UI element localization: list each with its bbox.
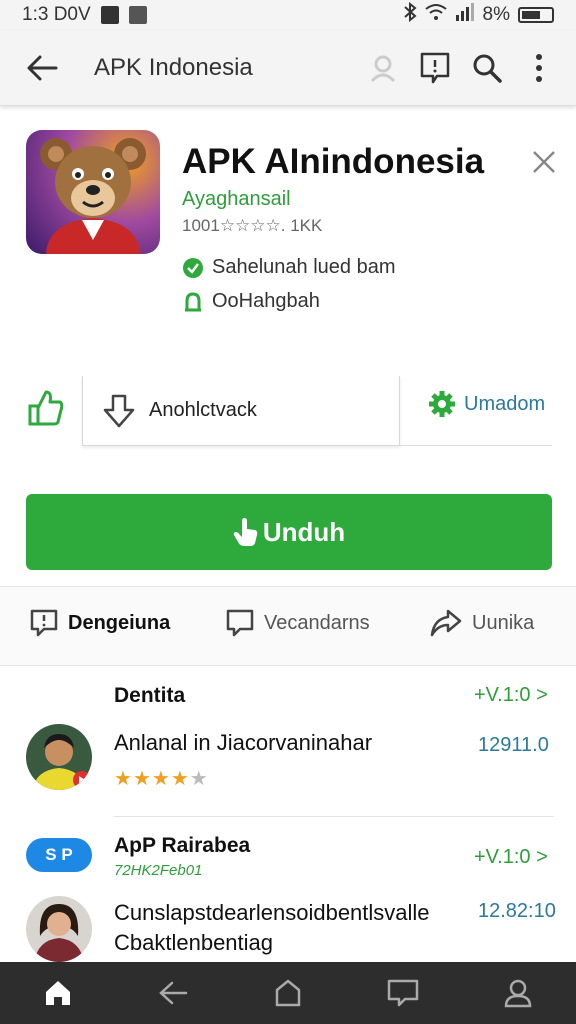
verified-badge-text: Sahelunah lued bam: [212, 256, 396, 278]
rating-text: 1001☆☆☆☆. 1KK: [182, 216, 323, 235]
message-alert-icon: [420, 52, 450, 83]
tab-share[interactable]: Uunika: [430, 609, 534, 637]
search-button[interactable]: [470, 51, 504, 85]
status-time: 1:3 D0V: [22, 4, 91, 25]
house-outline-icon: [275, 979, 301, 1007]
bell-badge-text: OoHahgbah: [212, 290, 320, 312]
image-notification-icon: [128, 6, 147, 24]
user-avatar-icon: [26, 896, 92, 962]
settings-button[interactable]: Umadom: [428, 390, 545, 418]
search-icon: [473, 54, 502, 83]
status-right: 8%: [403, 1, 554, 28]
bluetooth-icon: [403, 1, 417, 28]
thumbs-up-icon: [28, 390, 64, 426]
app-icon[interactable]: [26, 130, 160, 254]
status-left: 1:3 D0V: [22, 4, 147, 26]
app-name: APK AInindonesia: [182, 142, 485, 181]
person-icon: [370, 55, 396, 82]
app-header: APK AInindonesia Ayaghansail 1001☆☆☆☆. 1…: [0, 112, 576, 362]
download-arrow-icon: [103, 394, 135, 427]
review-text: Cunslapstdearlensoidbentlsvalle Cbaktlen…: [114, 898, 430, 958]
star-icon: ★: [170, 768, 190, 790]
bell-icon: [185, 291, 201, 311]
action-row: Anohlctvack Umadom: [0, 376, 576, 446]
comment-alert-icon: [30, 609, 58, 637]
download-apk-button[interactable]: Anohlctvack: [82, 376, 400, 446]
review-text-line1: Cunslapstdearlensoidbentlsvalle: [114, 900, 430, 925]
more-vertical-icon: [536, 53, 542, 82]
nav-messages[interactable]: [373, 962, 433, 1024]
back-button[interactable]: [22, 48, 62, 88]
tab-reviews[interactable]: Dengeiuna: [30, 609, 170, 637]
bottom-nav: [0, 962, 576, 1024]
review-number: 12911.0: [478, 734, 549, 756]
bear-mascot-icon: [40, 138, 146, 254]
action-divider: [400, 445, 552, 446]
person-icon: [505, 979, 532, 1008]
star-empty-icon: ★: [189, 768, 209, 790]
home-icon: [45, 981, 70, 1005]
developer-link[interactable]: Ayaghansail: [182, 188, 291, 211]
review-stars: ★★★★★: [114, 766, 209, 791]
bell-badge-line: OoHahgbah: [182, 290, 320, 313]
download-apk-label: Anohlctvack: [149, 399, 257, 421]
star-icon: ★: [114, 768, 133, 790]
star-icon: ★: [151, 768, 171, 790]
like-button[interactable]: [26, 388, 66, 428]
review-text-line2: Cbaktlenbentiag: [114, 930, 274, 955]
user-avatar-icon: [26, 724, 92, 790]
chat-icon: [387, 979, 419, 1007]
tab-reviews-label: Dengeiuna: [68, 611, 171, 634]
notification-icon: [100, 6, 119, 24]
account-button[interactable]: [366, 51, 400, 85]
app-bar-title: APK Indonesia: [94, 53, 253, 81]
close-button[interactable]: [530, 148, 558, 176]
battery-icon: [518, 7, 554, 23]
settings-label: Umadom: [464, 392, 546, 415]
report-button[interactable]: [418, 51, 452, 85]
nav-back[interactable]: [143, 962, 203, 1024]
arrow-left-icon: [158, 981, 188, 1005]
app2-subtitle: 72HK2Feb01: [114, 862, 203, 879]
tab-comments-label: Vecandarns: [264, 611, 370, 634]
app-bar: APK Indonesia: [0, 30, 576, 106]
wifi-icon: [424, 3, 447, 27]
tab-share-label: Uunika: [472, 611, 535, 634]
app-bar-actions: [366, 51, 556, 85]
unduh-button[interactable]: Unduh: [26, 494, 552, 570]
app2-version-link[interactable]: +V.1:0 >: [474, 846, 548, 869]
star-icon: ★: [132, 768, 152, 790]
section-title: Dentita: [114, 684, 186, 707]
gear-icon: [429, 391, 455, 417]
battery-percent: 8%: [482, 4, 510, 25]
tag-pill[interactable]: S P: [26, 838, 92, 872]
verified-badge-line: Sahelunah lued bam: [182, 256, 395, 279]
review-number: 12.82:10: [478, 900, 556, 922]
avatar[interactable]: [26, 724, 92, 790]
arrow-left-icon: [27, 55, 58, 80]
tab-bar: Dengeiuna Vecandarns Uunika: [0, 586, 576, 666]
app2-title[interactable]: ApP Rairabea: [114, 834, 250, 858]
share-icon: [430, 609, 462, 637]
section-version-link[interactable]: +V.1:0 >: [474, 684, 548, 707]
nav-profile[interactable]: [488, 962, 548, 1024]
check-circle-icon: [183, 257, 203, 278]
review-text: Anlanal in Jiacorvaninahar: [114, 730, 373, 755]
signal-icon: [455, 3, 475, 27]
hand-pointer-icon: [233, 518, 258, 546]
more-button[interactable]: [522, 51, 556, 85]
comment-icon: [226, 609, 254, 637]
nav-home[interactable]: [28, 962, 88, 1024]
unduh-label: Unduh: [262, 516, 346, 547]
status-bar: 1:3 D0V 8%: [0, 0, 576, 30]
avatar[interactable]: [26, 896, 92, 962]
nav-apps[interactable]: [258, 962, 318, 1024]
divider: [114, 816, 554, 817]
tab-comments[interactable]: Vecandarns: [226, 609, 370, 637]
close-icon: [533, 151, 555, 173]
